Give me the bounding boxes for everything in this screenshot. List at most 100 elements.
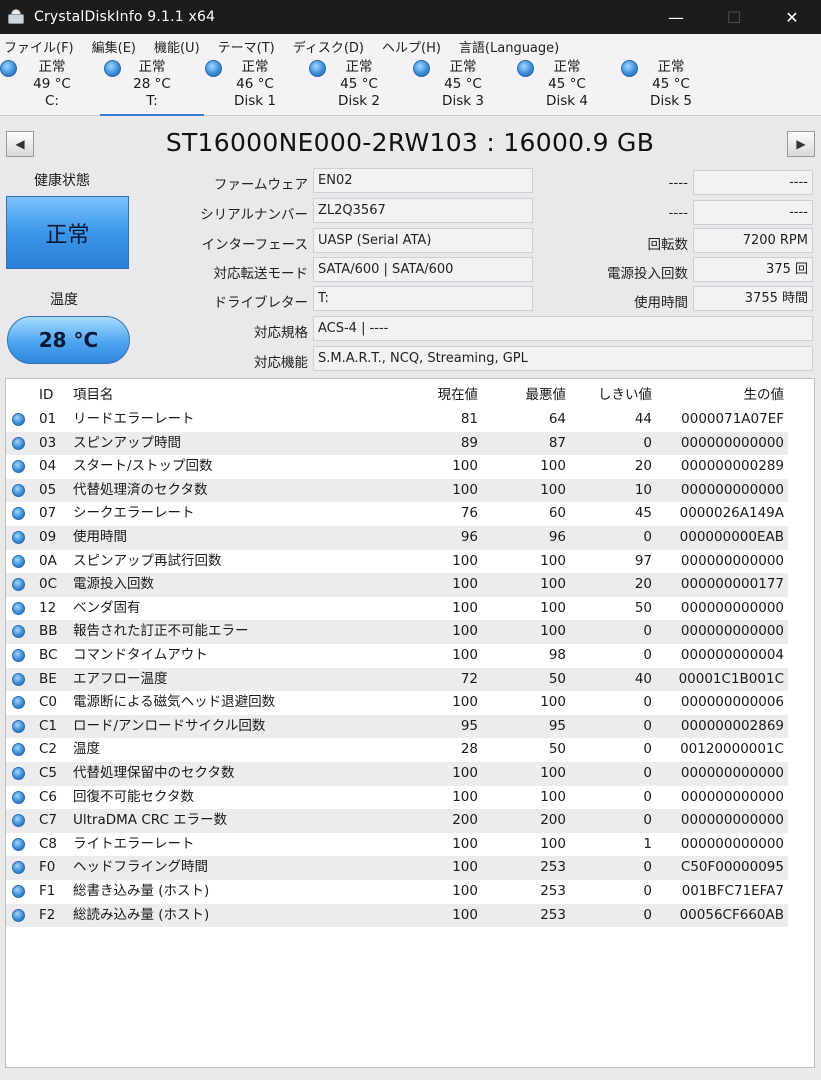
column-header-id[interactable]: ID (39, 384, 69, 408)
column-header-current[interactable]: 現在値 (396, 384, 479, 408)
table-row[interactable]: C7 UltraDMA CRC エラー数 200 200 0 000000000000 (6, 809, 788, 833)
smart-worst-value: 253 (540, 859, 566, 876)
disk-tab-t[interactable]: 正常 28 °C T: (100, 58, 204, 116)
table-row[interactable]: 03 スピンアップ時間 89 87 0 000000000000 (6, 431, 788, 456)
menu-theme[interactable]: テーマ(T) (218, 37, 275, 56)
disk-temp: 28 °C (133, 76, 171, 92)
smart-attribute-name: 電源投入回数 (73, 576, 154, 593)
smart-attribute-name: 代替処理済のセクタ数 (73, 481, 208, 498)
right-info-value-1: ---- (693, 170, 813, 195)
smart-threshold-value: 0 (643, 741, 652, 758)
smart-table[interactable]: ID 項目名 現在値 最悪値 しきい値 生の値 01 リードエラーレート 81 64 4… (5, 378, 815, 1068)
status-good-icon (413, 60, 430, 77)
smart-worst-value: 50 (548, 741, 566, 758)
smart-worst-value: 253 (540, 906, 566, 923)
menu-edit[interactable]: 編集(E) (92, 37, 136, 56)
smart-id: 09 (39, 529, 57, 545)
smart-raw-value: 000000000000 (680, 434, 784, 451)
table-row[interactable]: F1 総書き込み量 (ホスト) 100 253 0 001BFC71EFA7 (6, 880, 788, 904)
smart-worst-value: 87 (548, 434, 566, 451)
right-info-label-2: ---- (668, 205, 689, 221)
smart-current-value: 100 (452, 552, 478, 569)
disk-tab-disk1[interactable]: 正常 46 °C Disk 1 (203, 58, 307, 116)
menu-file[interactable]: ファイル(F) (4, 37, 74, 56)
table-row[interactable]: 0C 電源投入回数 100 100 20 000000000177 (6, 573, 788, 597)
smart-threshold-value: 0 (643, 883, 652, 899)
disk-tab-c[interactable]: 正常 49 °C C: (0, 58, 104, 116)
table-row[interactable]: 05 代替処理済のセクタ数 100 100 10 000000000000 (6, 478, 788, 503)
column-header-threshold[interactable]: しきい値 (572, 384, 652, 408)
disk-tab-disk4[interactable]: 正常 45 °C Disk 4 (515, 58, 619, 116)
disk-tab-disk2[interactable]: 正常 45 °C Disk 2 (307, 58, 411, 116)
disk-tab-disk3[interactable]: 正常 45 °C Disk 3 (411, 58, 515, 116)
prev-disk-button[interactable]: ◀ (6, 131, 34, 157)
table-row[interactable]: C0 電源断による磁気ヘッド退避回数 100 100 0 000000000006 (6, 691, 788, 715)
maximize-button[interactable]: ☐ (705, 0, 763, 34)
title-bar: CrystalDiskInfo 9.1.1 x64 — ☐ ✕ (0, 0, 821, 34)
smart-worst-value: 200 (540, 812, 566, 829)
status-good-icon (621, 60, 638, 77)
status-good-icon (12, 790, 25, 804)
smart-attribute-name: エアフロー温度 (73, 670, 168, 687)
smart-current-value: 28 (460, 741, 478, 758)
table-row[interactable]: BE エアフロー温度 72 50 40 00001C1B001C (6, 667, 788, 692)
menu-language[interactable]: 言語(Language) (459, 37, 559, 56)
table-row[interactable]: 09 使用時間 96 96 0 000000000EAB (6, 526, 788, 550)
close-button[interactable]: ✕ (763, 0, 821, 34)
column-header-worst[interactable]: 最悪値 (484, 384, 567, 408)
status-good-icon (12, 460, 25, 474)
menu-help[interactable]: ヘルプ(H) (382, 37, 441, 56)
column-header-name[interactable]: 項目名 (73, 384, 403, 408)
table-row[interactable]: F2 総読み込み量 (ホスト) 100 253 0 00056CF660AB (6, 903, 788, 928)
column-header-raw[interactable]: 生の値 (656, 384, 785, 408)
smart-attribute-name: ベンダ固有 (73, 599, 141, 616)
table-row[interactable]: C6 回復不可能セクタ数 100 100 0 000000000000 (6, 786, 788, 810)
minimize-button[interactable]: — (647, 0, 705, 34)
smart-worst-value: 98 (548, 647, 566, 663)
table-row[interactable]: C5 代替処理保留中のセクタ数 100 100 0 000000000000 (6, 762, 788, 786)
table-row[interactable]: 07 シークエラーレート 76 60 45 0000026A149A (6, 502, 788, 526)
health-status-button[interactable]: 正常 (6, 196, 129, 269)
table-row[interactable]: F0 ヘッドフライング時間 100 253 0 C50F00000095 (6, 856, 788, 880)
smart-threshold-value: 10 (634, 481, 652, 498)
table-row[interactable]: BB 報告された訂正不可能エラー 100 100 0 000000000000 (6, 620, 788, 644)
disk-selector-bar: 正常 49 °C C: 正常 28 °C T: 正常 46 °C Disk 1 … (0, 58, 821, 116)
table-row[interactable]: 12 ベンダ固有 100 100 50 000000000000 (6, 597, 788, 621)
smart-id: BE (39, 670, 57, 687)
serial-value: ZL2Q3567 (313, 198, 533, 223)
disk-name: Disk 4 (546, 93, 588, 109)
smart-threshold-value: 0 (643, 529, 652, 545)
status-good-icon (12, 767, 25, 780)
smart-threshold-value: 97 (634, 552, 652, 569)
status-good-icon (12, 908, 25, 922)
smart-id: C2 (39, 741, 58, 758)
smart-raw-value: 000000000EAB (679, 529, 784, 545)
smart-worst-value: 100 (540, 623, 566, 640)
disk-tab-disk5[interactable]: 正常 45 °C Disk 5 (619, 58, 723, 116)
table-row[interactable]: C2 温度 28 50 0 00120000001C (6, 738, 788, 762)
smart-attribute-name: 代替処理保留中のセクタ数 (73, 765, 235, 781)
smart-attribute-name: スタート/ストップ回数 (73, 458, 213, 475)
table-row[interactable]: 04 スタート/ストップ回数 100 100 20 000000000289 (6, 455, 788, 479)
table-row[interactable]: C8 ライトエラーレート 100 100 1 000000000000 (6, 833, 788, 857)
smart-worst-value: 100 (540, 835, 566, 852)
smart-raw-value: 000000000006 (680, 694, 784, 711)
right-info-label-1: ---- (668, 175, 689, 191)
table-row[interactable]: 0A スピンアップ再試行回数 100 100 97 000000000000 (6, 550, 788, 574)
smart-threshold-value: 0 (643, 717, 652, 734)
status-good-icon (12, 672, 25, 686)
table-row[interactable]: 01 リードエラーレート 81 64 44 0000071A07EF (6, 408, 788, 432)
table-row[interactable]: C1 ロード/アンロードサイクル回数 95 95 0 000000002869 (6, 714, 788, 739)
smart-current-value: 100 (452, 576, 478, 593)
smart-threshold-value: 0 (643, 694, 652, 711)
temperature-badge[interactable]: 28 °C (7, 316, 130, 364)
status-good-icon (12, 436, 25, 450)
menu-disk[interactable]: ディスク(D) (293, 37, 364, 56)
status-good-icon (205, 60, 222, 77)
menu-function[interactable]: 機能(U) (154, 37, 200, 56)
smart-threshold-value: 0 (643, 788, 652, 805)
smart-worst-value: 50 (548, 670, 566, 687)
next-disk-button[interactable]: ▶ (787, 131, 815, 157)
table-row[interactable]: BC コマンドタイムアウト 100 98 0 000000000004 (6, 644, 788, 668)
smart-id: C7 (39, 812, 58, 829)
